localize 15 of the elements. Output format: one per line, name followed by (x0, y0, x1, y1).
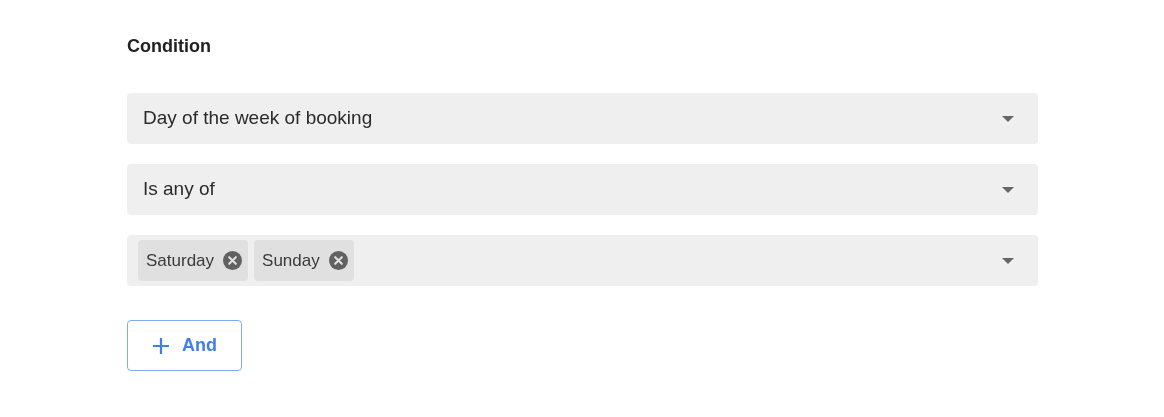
tag-label: Sunday (262, 249, 320, 272)
tag-label: Saturday (146, 249, 215, 272)
remove-icon[interactable] (328, 251, 348, 270)
caret-icon (1002, 186, 1014, 193)
select-field[interactable]: Is any of (127, 164, 1038, 215)
select-value: Is any of (143, 177, 216, 202)
remove-icon[interactable] (223, 251, 243, 270)
section-heading: Condition (127, 35, 212, 58)
caret-icon (1002, 115, 1014, 122)
plus-icon (152, 336, 170, 355)
caret-icon (1002, 257, 1014, 264)
select-value: Day of the week of booking (143, 106, 374, 131)
select-field[interactable]: Day of the week of booking (127, 93, 1038, 144)
add-and-button[interactable]: And (127, 320, 242, 371)
multi-select-field[interactable]: Saturday Sunday (127, 235, 1038, 286)
